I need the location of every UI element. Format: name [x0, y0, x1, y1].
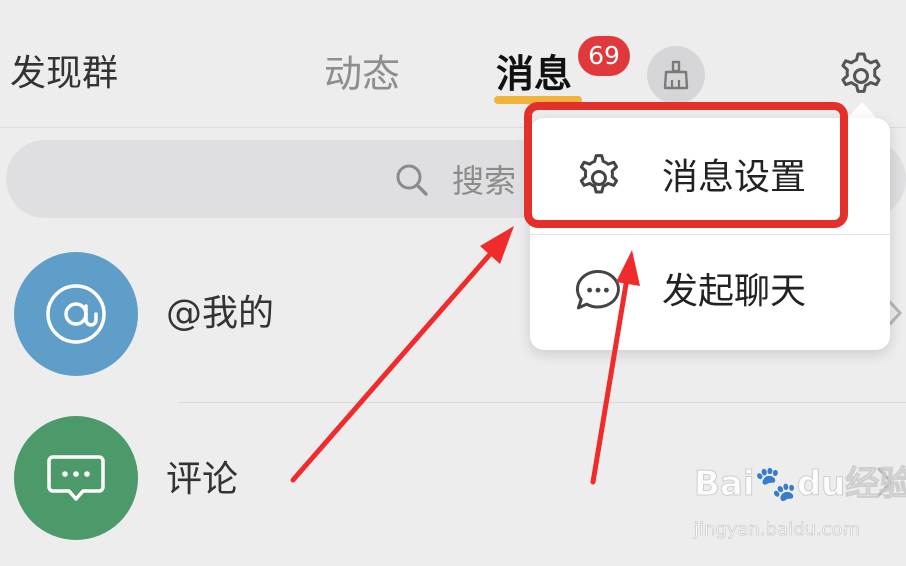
- mentions-label: @我的: [166, 293, 275, 334]
- watermark: Bai🐾du经验 jingyan.baidu.com: [693, 462, 906, 552]
- settings-button[interactable]: [830, 46, 890, 106]
- chat-bubble-icon: [575, 269, 620, 310]
- list-divider: [178, 402, 906, 403]
- search-placeholder: 搜索: [452, 162, 517, 200]
- search-icon: [396, 164, 428, 196]
- tab-messages[interactable]: 消息: [496, 50, 572, 98]
- watermark-url: jingyan.baidu.com: [694, 519, 861, 541]
- tab-dynamics[interactable]: 动态: [324, 50, 400, 98]
- watermark-brand: Bai🐾du经验: [693, 464, 906, 505]
- start-chat-label: 发起聊天: [662, 271, 807, 312]
- mentions-avatar: [14, 252, 138, 376]
- comment-icon: [47, 455, 105, 501]
- at-icon: [46, 284, 106, 344]
- comments-label: 评论: [166, 459, 239, 500]
- highlight-box: [524, 102, 848, 228]
- gear-icon: [841, 52, 881, 93]
- comments-avatar: [14, 416, 138, 540]
- menu-item-start-chat[interactable]: 发起聊天: [530, 234, 890, 350]
- clear-unread-button[interactable]: [647, 46, 705, 104]
- broom-icon: [663, 60, 689, 90]
- unread-badge: 69: [578, 36, 630, 76]
- discover-groups-link[interactable]: 发现群: [10, 50, 118, 98]
